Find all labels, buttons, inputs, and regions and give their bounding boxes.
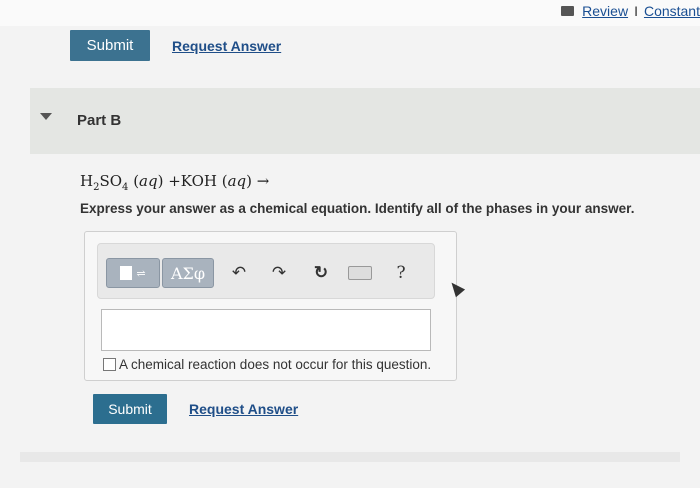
phase2: aq <box>227 172 247 190</box>
answer-input[interactable] <box>101 309 431 351</box>
part-title: Part B <box>77 112 122 129</box>
greek-symbols-button[interactable]: ΑΣφ <box>162 258 214 288</box>
templates-button[interactable]: ⇌ <box>106 258 160 288</box>
help-icon[interactable]: ? <box>390 263 412 283</box>
undo-icon[interactable]: ↶ <box>228 263 250 283</box>
template-square-icon <box>120 266 133 280</box>
constants-link[interactable]: Constant <box>644 3 700 19</box>
reactant2: KOH <box>180 172 217 190</box>
review-links: Review I Constant <box>561 3 700 19</box>
keyboard-icon[interactable] <box>348 266 372 280</box>
top-bar: Review I Constant <box>0 0 700 26</box>
request-answer-link-top[interactable]: Request Answer <box>172 38 281 54</box>
no-reaction-label: A chemical reaction does not occur for t… <box>119 357 432 372</box>
submit-button[interactable]: Submit <box>93 394 167 424</box>
no-reaction-checkbox[interactable] <box>103 358 116 371</box>
part-b-header[interactable]: Part B <box>30 88 700 154</box>
phase1: aq <box>139 172 158 190</box>
instructions: Express your answer as a chemical equati… <box>80 201 635 216</box>
separator: I <box>634 3 638 19</box>
equilibrium-arrows-icon: ⇌ <box>136 266 146 280</box>
top-actions: Submit Request Answer <box>70 30 281 61</box>
math-toolbar: ⇌ ΑΣφ ↶ ↷ ↻ ? <box>97 243 435 299</box>
plus-sign: + <box>168 172 181 190</box>
reset-icon[interactable]: ↻ <box>310 263 332 283</box>
book-icon <box>561 6 575 16</box>
redo-icon[interactable]: ↷ <box>268 263 290 283</box>
reactant1-so: SO <box>99 172 123 190</box>
reactant1-sub-4: 4 <box>122 182 129 193</box>
request-answer-link[interactable]: Request Answer <box>189 401 298 417</box>
answer-box: ⇌ ΑΣφ ↶ ↷ ↻ ? A chemical reaction does n… <box>84 231 457 381</box>
reactant1-h: H <box>80 172 94 190</box>
reaction-arrow: → <box>256 172 270 190</box>
bottom-actions: Submit Request Answer <box>93 394 298 424</box>
no-reaction-option[interactable]: A chemical reaction does not occur for t… <box>103 357 431 372</box>
submit-button-top[interactable]: Submit <box>70 30 150 61</box>
question-equation: H2SO4 (aq) +KOH (aq) → <box>80 172 270 193</box>
review-link[interactable]: Review <box>582 3 628 19</box>
footer-divider <box>20 452 680 462</box>
collapse-caret-icon[interactable] <box>40 113 52 120</box>
